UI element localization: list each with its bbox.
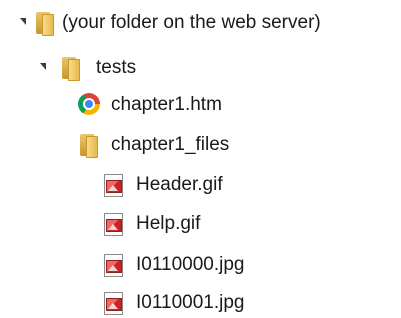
folder-icon <box>60 56 80 81</box>
tree-item-label: Header.gif <box>136 174 223 195</box>
tree-item-header-gif[interactable]: Header.gif <box>0 170 401 200</box>
tree-item-tests[interactable]: tests <box>0 53 401 83</box>
tree-item-label: chapter1.htm <box>111 94 222 115</box>
tree-item-label: Help.gif <box>136 213 201 234</box>
folder-icon <box>78 133 98 158</box>
tree-item-label: I0110001.jpg <box>136 292 245 313</box>
tree-item-label: (your folder on the web server) <box>62 12 321 33</box>
folder-icon <box>34 11 54 36</box>
tree-item-chapter1-files[interactable]: chapter1_files <box>0 130 401 160</box>
tree-item-chapter1-htm[interactable]: chapter1.htm <box>0 90 401 120</box>
tree-item-label: I0110000.jpg <box>136 254 245 275</box>
expand-arrow-icon[interactable] <box>20 18 26 25</box>
image-file-icon <box>102 212 124 236</box>
image-file-icon <box>102 173 124 197</box>
tree-item-label: chapter1_files <box>111 134 230 155</box>
tree-item-help-gif[interactable]: Help.gif <box>0 209 401 239</box>
tree-item-i0110001-jpg[interactable]: I0110001.jpg <box>0 288 401 318</box>
chrome-icon <box>78 93 100 115</box>
tree-item-i0110000-jpg[interactable]: I0110000.jpg <box>0 250 401 280</box>
tree-item-label: tests <box>96 57 137 78</box>
expand-arrow-icon[interactable] <box>40 63 46 70</box>
image-file-icon <box>102 253 124 277</box>
image-file-icon <box>102 291 124 315</box>
tree-item-web-server-folder[interactable]: (your folder on the web server) <box>0 8 401 38</box>
